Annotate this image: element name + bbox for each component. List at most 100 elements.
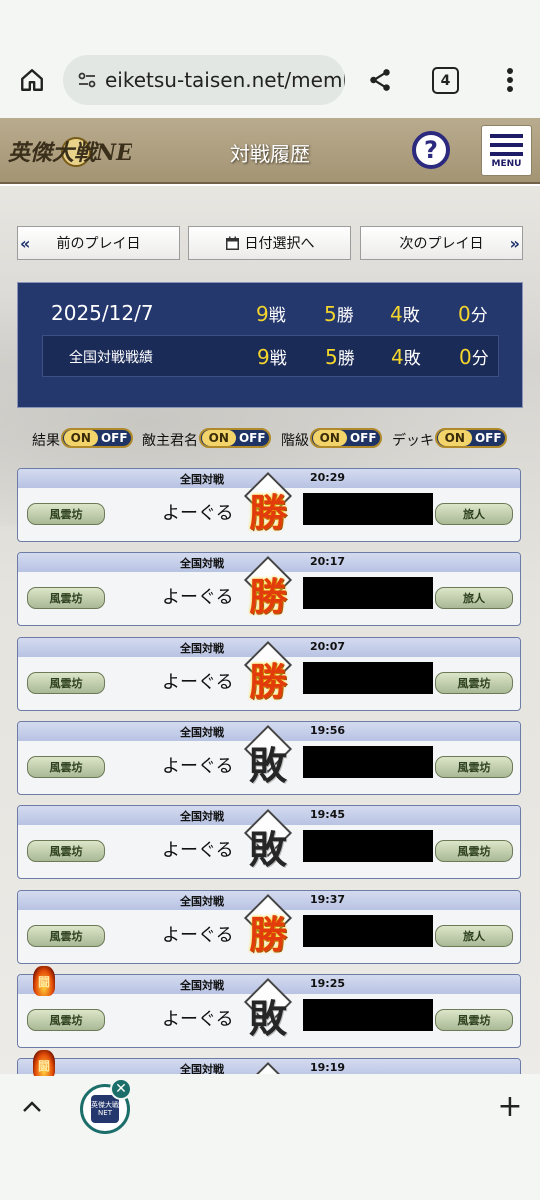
player-rank-badge: 風雲坊	[27, 1009, 105, 1031]
more-options-icon[interactable]	[496, 62, 524, 98]
player-name: よーぐる	[162, 672, 234, 693]
address-bar[interactable]: eiketsu-taisen.net/meml	[63, 55, 345, 105]
main-content: « 前のプレイ日 日付選択へ 次のプレイ日 » 2025/12/7 9戦 5勝 …	[0, 186, 540, 1076]
player-name: よーぐる	[162, 587, 234, 608]
day-wins: 5勝	[324, 302, 354, 326]
browser-bottom-bar: 英傑大戦 NET ✕ +	[0, 1074, 540, 1200]
battle-time: 19:37	[310, 893, 346, 906]
opponent-rank-badge: 風雲坊	[435, 756, 513, 778]
site-settings-icon[interactable]	[77, 69, 97, 91]
page-title: 対戦履歴	[230, 142, 310, 166]
day-draws: 0分	[458, 302, 488, 326]
loss-icon: 敗	[242, 975, 294, 1047]
player-name: よーぐる	[162, 503, 234, 524]
url-text[interactable]: eiketsu-taisen.net/meml	[105, 68, 345, 92]
menu-label: MENU	[491, 159, 522, 169]
opponent-rank-badge: 風雲坊	[435, 840, 513, 862]
opponent-rank-badge: 旅人	[435, 925, 513, 947]
battle-mode: 全国対戦	[180, 895, 224, 908]
redacted-opponent-name	[303, 662, 433, 694]
win-icon: 勝	[242, 469, 294, 541]
player-rank-badge: 風雲坊	[27, 503, 105, 525]
win-icon: 勝	[242, 891, 294, 963]
battle-row[interactable]: 全国対戦 20:07 風雲坊 よーぐる勝 風雲坊	[17, 637, 521, 711]
battle-time: 19:25	[310, 977, 346, 990]
national-record-label: 全国対戦戦績	[69, 350, 153, 366]
battle-time: 20:29	[310, 471, 346, 484]
redacted-opponent-name	[303, 493, 433, 525]
site-header: 英傑大戦NET 対戦履歴 ? MENU	[0, 118, 540, 184]
redacted-opponent-name	[303, 915, 433, 947]
next-play-day-label: 次のプレイ日	[399, 236, 484, 252]
date-select-button[interactable]: 日付選択へ	[188, 226, 351, 260]
menu-button[interactable]: MENU	[481, 125, 532, 176]
battle-time: 20:17	[310, 555, 346, 568]
battle-row[interactable]: 全国対戦 19:45 風雲坊 よーぐる敗 風雲坊	[17, 805, 521, 879]
national-wins: 5勝	[325, 345, 355, 369]
battle-mode: 全国対戦	[180, 557, 224, 570]
daily-summary-panel: 2025/12/7 9戦 5勝 4敗 0分 全国対戦戦績 9戦 5勝 4敗 0分	[17, 282, 523, 408]
win-icon: 勝	[242, 553, 294, 625]
player-rank-badge: 風雲坊	[27, 672, 105, 694]
prev-play-day-button[interactable]: « 前のプレイ日	[17, 226, 180, 260]
summary-date: 2025/12/7	[51, 301, 154, 325]
battle-row[interactable]: 全国対戦 20:29 風雲坊 よーぐる勝 旅人	[17, 468, 521, 542]
loss-icon: 敗	[242, 806, 294, 878]
tab-thumbnail-label: 英傑大戦 NET	[91, 1095, 119, 1123]
filter-rank-label: 階級	[281, 433, 309, 449]
tab-switcher-button[interactable]: 4	[432, 67, 459, 94]
date-select-label: 日付選択へ	[244, 236, 315, 252]
filter-rank-toggle[interactable]: ON OFF	[310, 428, 382, 448]
display-filters: 結果 ON OFF 敵主君名 ON OFF 階級 ON OFF デッキ ON OFF	[0, 428, 540, 450]
battle-time: 19:45	[310, 808, 346, 821]
player-rank-badge: 風雲坊	[27, 840, 105, 862]
battle-fire-badge: 闘	[33, 1050, 55, 1076]
redacted-opponent-name	[303, 577, 433, 609]
battle-row[interactable]: 全国対戦 20:17 風雲坊 よーぐる勝 旅人	[17, 552, 521, 626]
opponent-rank-badge: 旅人	[435, 503, 513, 525]
battle-row[interactable]: 全国対戦 19:37 風雲坊 よーぐる勝 旅人	[17, 890, 521, 964]
next-play-day-button[interactable]: 次のプレイ日 »	[360, 226, 523, 260]
player-name: よーぐる	[162, 1009, 234, 1030]
browser-toolbar: eiketsu-taisen.net/meml 4	[0, 0, 540, 118]
share-icon[interactable]	[362, 62, 398, 98]
national-draws: 0分	[459, 345, 489, 369]
battle-mode: 全国対戦	[180, 726, 224, 739]
new-tab-button[interactable]: +	[496, 1089, 524, 1124]
battle-row[interactable]: 全国対戦 19:56 風雲坊 よーぐる敗 風雲坊	[17, 721, 521, 795]
home-icon[interactable]	[14, 62, 50, 98]
battle-mode: 全国対戦	[180, 642, 224, 655]
battle-mode: 全国対戦	[180, 810, 224, 823]
opponent-rank-badge: 旅人	[435, 587, 513, 609]
prev-play-day-label: 前のプレイ日	[56, 236, 141, 252]
player-rank-badge: 風雲坊	[27, 587, 105, 609]
filter-enemy-toggle[interactable]: ON OFF	[199, 428, 271, 448]
filter-result-toggle[interactable]: ON OFF	[61, 428, 133, 448]
redacted-opponent-name	[303, 746, 433, 778]
loss-icon: 敗	[242, 1059, 294, 1076]
chevron-up-icon[interactable]	[18, 1092, 46, 1120]
redacted-opponent-name	[303, 999, 433, 1031]
close-tab-icon[interactable]: ✕	[110, 1078, 132, 1100]
battle-mode: 全国対戦	[180, 979, 224, 992]
help-button[interactable]: ?	[412, 131, 450, 169]
day-losses: 4敗	[390, 302, 420, 326]
filter-deck-label: デッキ	[392, 433, 434, 449]
battle-mode: 全国対戦	[180, 473, 224, 486]
battle-fire-badge: 闘	[33, 966, 55, 996]
opponent-rank-badge: 風雲坊	[435, 1009, 513, 1031]
player-name: よーぐる	[162, 756, 234, 777]
day-battles: 9戦	[256, 302, 286, 326]
battle-row[interactable]: 全国対戦 19:25 風雲坊 よーぐる敗 風雲坊	[17, 974, 521, 1048]
filter-result-label: 結果	[32, 433, 60, 449]
filter-deck-toggle[interactable]: ON OFF	[435, 428, 507, 448]
national-record-row: 全国対戦戦績 9戦 5勝 4敗 0分	[42, 335, 499, 377]
chevron-right-icon: »	[509, 234, 520, 253]
battle-time: 19:19	[310, 1061, 346, 1074]
calendar-icon	[225, 236, 240, 251]
national-battles: 9戦	[257, 345, 287, 369]
player-rank-badge: 風雲坊	[27, 756, 105, 778]
battle-time: 19:56	[310, 724, 346, 737]
filter-enemy-label: 敵主君名	[142, 433, 198, 449]
redacted-opponent-name	[303, 830, 433, 862]
